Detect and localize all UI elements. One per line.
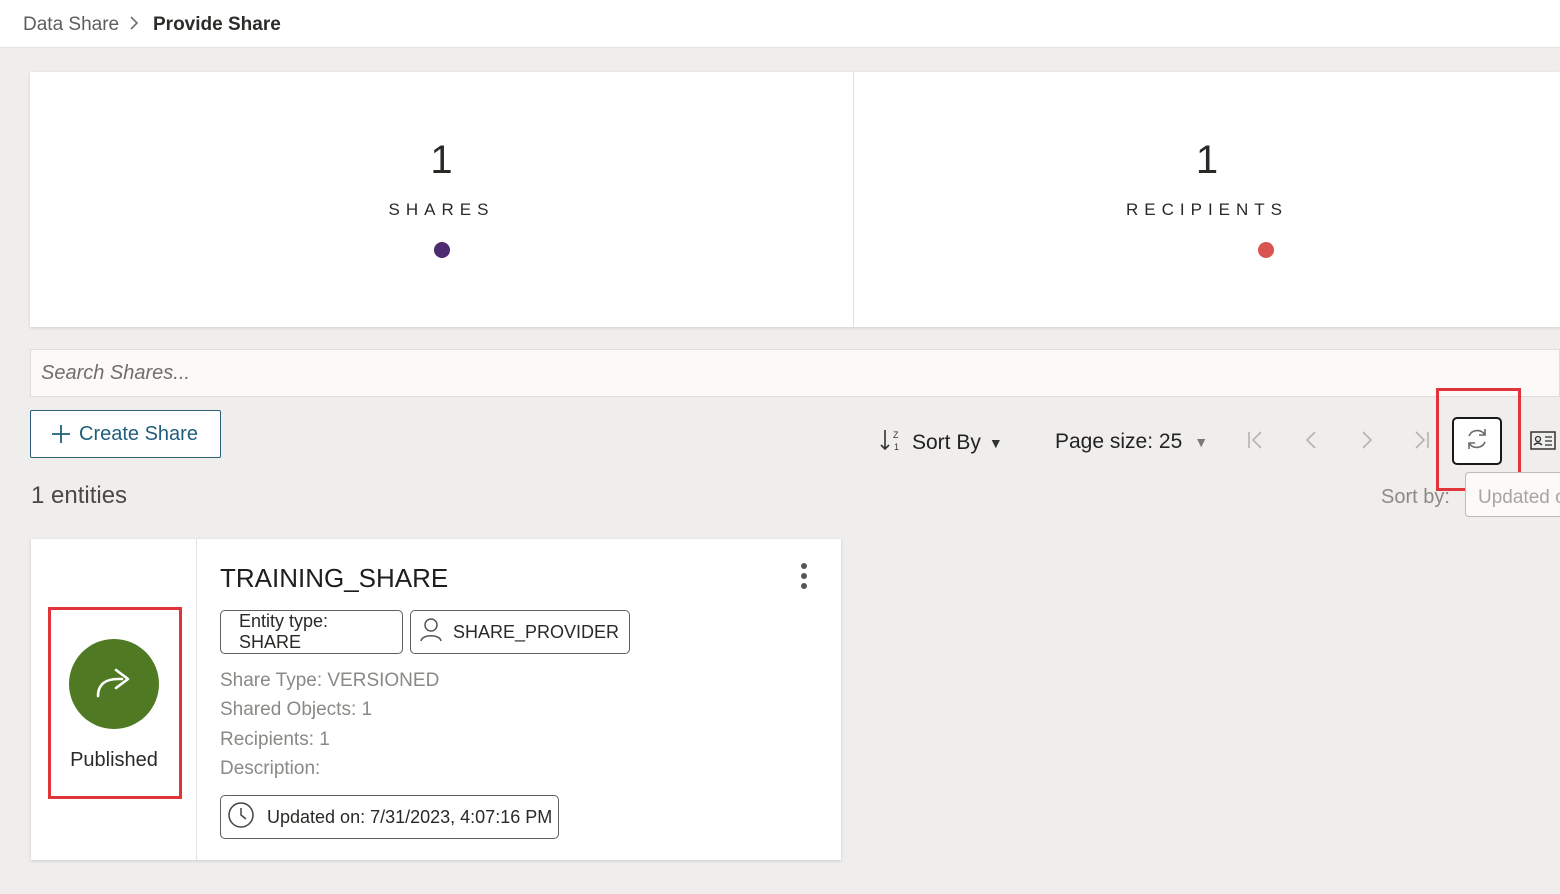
plus-icon xyxy=(51,424,71,445)
svg-text:1: 1 xyxy=(894,442,899,452)
user-icon xyxy=(419,617,443,648)
breadcrumb-data-share-link[interactable]: Data Share xyxy=(23,14,119,36)
breadcrumb: Data Share Provide Share xyxy=(0,0,1560,48)
updated-on-label: Updated on: 7/31/2023, 4:07:16 PM xyxy=(267,806,553,827)
updated-on-chip: Updated on: 7/31/2023, 4:07:16 PM xyxy=(220,795,559,839)
caret-down-icon: ▼ xyxy=(988,435,1003,451)
last-page-icon[interactable] xyxy=(1410,428,1432,458)
status-highlight xyxy=(48,607,182,799)
page-size-label: Page size: 25 xyxy=(1055,430,1183,453)
caret-down-icon: ▼ xyxy=(1194,434,1209,450)
card-view-icon[interactable] xyxy=(1530,430,1556,457)
previous-page-icon[interactable] xyxy=(1302,428,1320,458)
share-type: Share Type: VERSIONED xyxy=(220,670,440,691)
shares-stat[interactable]: 1 SHARES xyxy=(30,72,854,327)
recipients-count-text: Recipients: 1 xyxy=(220,729,330,750)
shares-count: 1 xyxy=(430,138,453,182)
sort-by-select[interactable]: Updated o xyxy=(1465,472,1560,517)
first-page-icon[interactable] xyxy=(1245,428,1267,458)
share-title[interactable]: TRAINING_SHARE xyxy=(220,563,448,594)
page-size-dropdown[interactable]: Page size: 25 ▼ xyxy=(1055,430,1208,454)
shares-dot xyxy=(434,242,450,258)
chevron-right-icon xyxy=(128,14,140,38)
sort-by-caption: Sort by: xyxy=(1381,486,1450,508)
recipients-dot xyxy=(1258,242,1274,258)
kebab-menu-icon[interactable] xyxy=(795,563,813,591)
summary-stats: 1 SHARES 1 RECIPIENTS xyxy=(30,72,1560,327)
recipients-count: 1 xyxy=(1195,138,1219,182)
create-share-button[interactable]: Create Share xyxy=(30,410,221,458)
search-bar xyxy=(30,349,1560,397)
next-page-icon[interactable] xyxy=(1358,428,1376,458)
description: Description: xyxy=(220,758,321,779)
entity-type-chip: Entity type: SHARE xyxy=(220,610,403,654)
entities-count: 1 entities xyxy=(31,482,128,509)
search-input[interactable] xyxy=(31,350,1559,396)
svg-text:Z: Z xyxy=(893,430,899,440)
clock-icon xyxy=(227,801,255,834)
owner-label: SHARE_PROVIDER xyxy=(453,621,620,642)
owner-chip: SHARE_PROVIDER xyxy=(410,610,630,654)
shares-label: SHARES xyxy=(388,200,495,219)
shared-objects: Shared Objects: 1 xyxy=(220,699,373,720)
breadcrumb-current: Provide Share xyxy=(153,14,281,35)
sort-by-dropdown[interactable]: Z 1 Sort By ▼ xyxy=(878,427,1003,459)
create-share-label: Create Share xyxy=(79,422,198,445)
sort-icon: Z 1 xyxy=(878,427,904,459)
recipients-stat[interactable]: 1 RECIPIENTS xyxy=(854,72,1560,327)
sort-by-label: Sort By xyxy=(912,431,981,454)
share-card[interactable]: Published TRAINING_SHARE Entity type: SH… xyxy=(31,539,841,860)
recipients-label: RECIPIENTS xyxy=(1125,200,1289,219)
